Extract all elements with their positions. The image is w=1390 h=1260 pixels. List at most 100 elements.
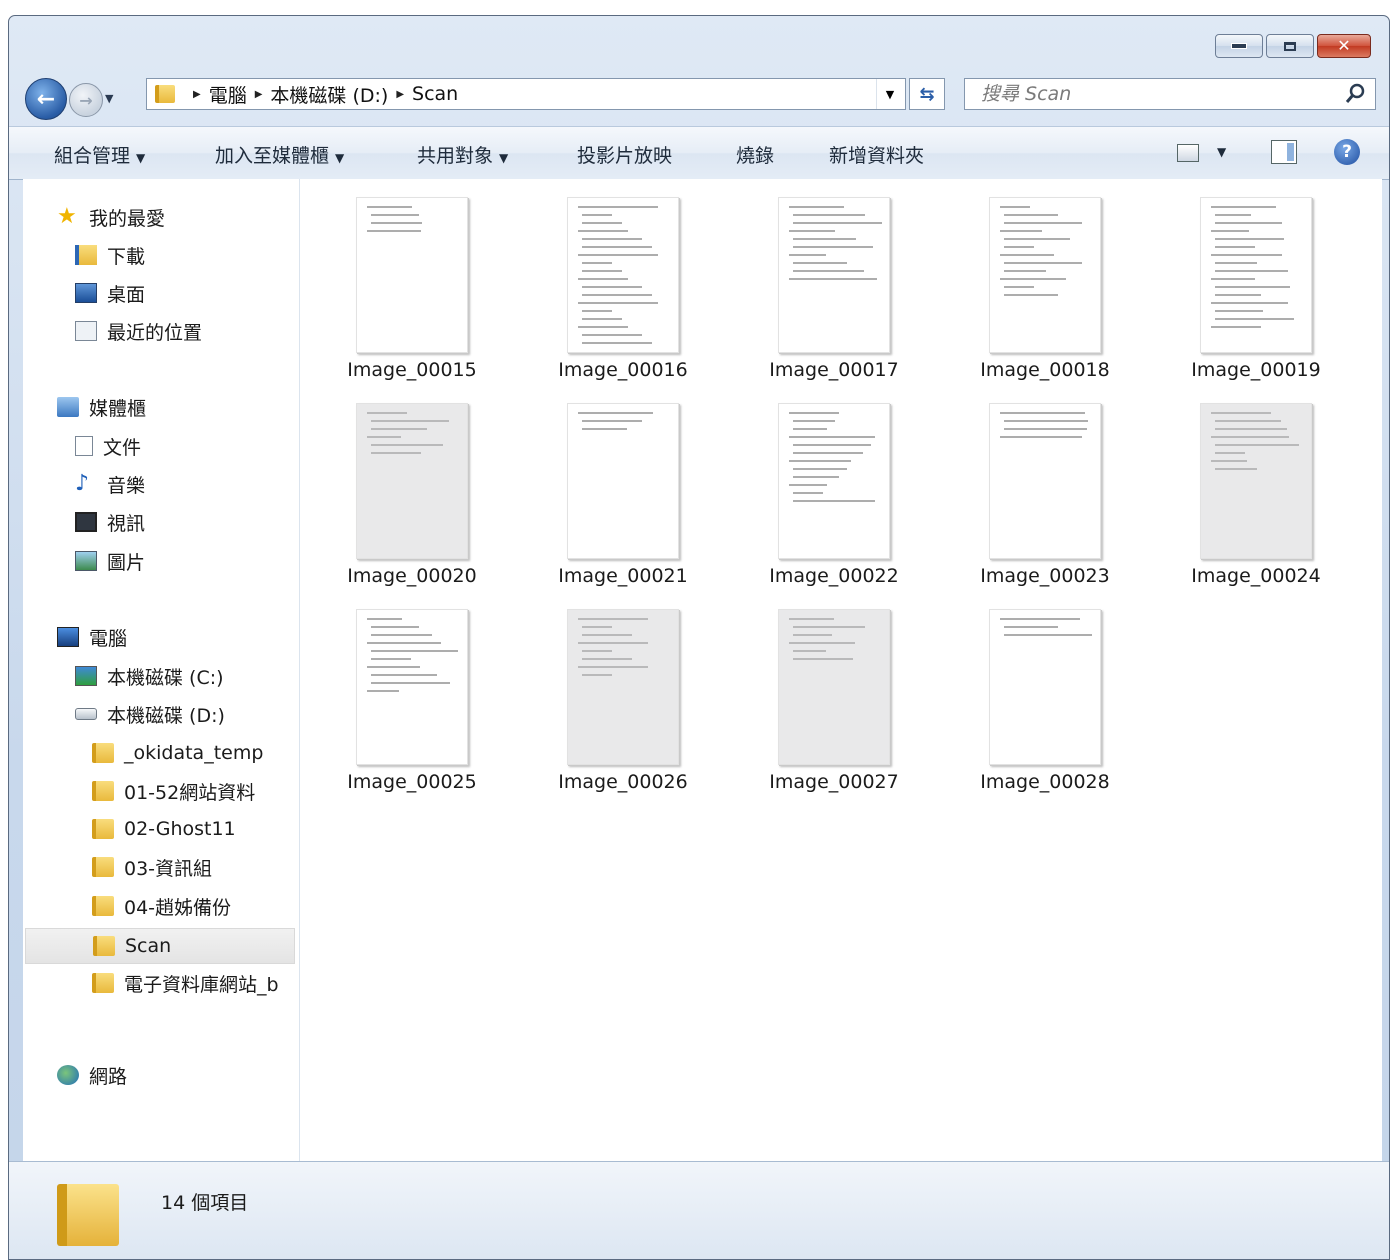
minimize-button[interactable] [1215,34,1263,58]
thumbnail-text-line [789,254,826,256]
back-button[interactable]: ← [25,78,67,120]
search-input[interactable] [979,82,1343,106]
thumbnail-text-line [1211,302,1288,304]
file-item[interactable]: Image_00018 [939,197,1139,397]
file-item[interactable]: Image_00016 [517,197,717,397]
close-button[interactable]: ✕ [1317,34,1371,58]
organize-menu[interactable]: 組合管理 ▼ [54,141,145,168]
file-item[interactable]: Image_00021 [517,403,717,603]
address-bar[interactable]: ▶ 電腦 ▶ 本機磁碟 (D:) ▶ Scan ▼ [146,78,906,110]
file-item[interactable]: Image_00017 [728,197,928,397]
nav-drive-c[interactable]: 本機磁碟 (C:) [75,661,224,691]
thumbnail-text-line [789,230,835,232]
command-bar: 組合管理 ▼ 加入至媒體櫃 ▼ 共用對象 ▼ 投影片放映 燒錄 新增資料夾 ▼ ? [9,126,1389,180]
nav-favorites[interactable]: ★ 我的最愛 [57,202,165,232]
thumbnail-text-line [793,428,827,430]
chevron-right-icon[interactable]: ▶ [255,89,263,100]
file-name: Image_00021 [558,565,688,587]
share-with-menu[interactable]: 共用對象 ▼ [417,141,508,168]
chevron-right-icon[interactable]: ▶ [396,89,404,100]
nav-folder-01[interactable]: 01-52網站資料 [92,776,255,806]
image-thumbnail [989,609,1101,765]
thumbnail-text-line [1004,428,1087,430]
nav-recent-places[interactable]: 最近的位置 [75,316,202,346]
nav-downloads[interactable]: 下載 [75,240,145,270]
folder-icon [92,973,114,993]
thumbnail-text-line [1211,230,1249,232]
thumbnail-text-line [582,238,642,240]
system-drive-icon [75,666,97,686]
nav-computer[interactable]: 電腦 [57,622,127,652]
maximize-button[interactable] [1266,34,1314,58]
nav-network[interactable]: 網路 [57,1060,127,1090]
refresh-button[interactable]: ⇆ [909,78,945,110]
thumbnail-text-line [1004,246,1034,248]
search-box[interactable] [964,78,1376,110]
preview-pane-icon[interactable] [1271,140,1297,164]
breadcrumb-computer[interactable]: 電腦 [209,81,247,108]
thumbnail-text-line [371,420,449,422]
thumbnail-text-line [793,270,864,272]
nav-documents[interactable]: 文件 [75,431,141,461]
nav-music[interactable]: ♪ 音樂 [75,469,145,499]
desktop-icon [75,283,97,303]
thumbnail-text-line [1004,270,1046,272]
image-thumbnail [356,609,468,765]
nav-folder-okidata-temp[interactable]: _okidata_temp [92,738,263,768]
document-icon [75,436,93,456]
help-icon[interactable]: ? [1334,139,1360,165]
nav-libraries[interactable]: 媒體櫃 [57,392,146,422]
breadcrumb-drive-d[interactable]: 本機磁碟 (D:) [270,81,388,108]
file-item[interactable]: Image_00022 [728,403,928,603]
file-item[interactable]: Image_00024 [1150,403,1350,603]
slideshow-button[interactable]: 投影片放映 [577,141,672,168]
thumbnail-text-line [1215,238,1284,240]
thumbnail-text-line [578,206,658,208]
thumbnail-text-line [1215,452,1245,454]
nav-folder-database-site[interactable]: 電子資料庫網站_b [92,968,297,998]
recent-pages-dropdown[interactable]: ▼ [105,92,113,105]
nav-videos[interactable]: 視訊 [75,507,145,537]
thumbnail-text-line [371,674,437,676]
add-to-library-menu[interactable]: 加入至媒體櫃 ▼ [215,141,344,168]
recent-places-icon [75,321,97,341]
image-thumbnail [989,197,1101,353]
thumbnail-text-line [1215,214,1251,216]
nav-desktop[interactable]: 桌面 [75,278,145,308]
chevron-right-icon[interactable]: ▶ [193,89,201,100]
new-folder-button[interactable]: 新增資料夾 [829,141,924,168]
breadcrumb-scan[interactable]: Scan [412,83,458,105]
file-item[interactable]: Image_00025 [306,609,506,809]
navigation-pane: ★我的最愛 下載 桌面 最近的位置 媒體櫃 文件 ♪音樂 視訊 圖片 電腦 [23,179,300,1161]
file-item[interactable]: Image_00015 [306,197,506,397]
view-options-dropdown[interactable]: ▼ [1217,145,1226,159]
file-item[interactable]: Image_00023 [939,403,1139,603]
image-thumbnail [356,197,468,353]
nav-pictures[interactable]: 圖片 [75,546,145,576]
thumbnail-text-line [582,674,612,676]
search-icon[interactable] [1343,81,1369,107]
thumbnail-text-line [1004,634,1092,636]
thumbnail-text-line [1000,230,1042,232]
nav-folder-02[interactable]: 02-Ghost11 [92,814,236,844]
file-item[interactable]: Image_00027 [728,609,928,809]
thumbnail-text-line [793,634,832,636]
nav-drive-d[interactable]: 本機磁碟 (D:) [75,699,225,729]
file-name: Image_00026 [558,771,688,793]
refresh-icon: ⇆ [919,83,935,105]
thumbnail-text-line [793,476,839,478]
file-item[interactable]: Image_00028 [939,609,1139,809]
file-item[interactable]: Image_00026 [517,609,717,809]
nav-folder-scan[interactable]: Scan [25,928,295,964]
nav-folder-03[interactable]: 03-資訊組 [92,852,212,882]
file-item[interactable]: Image_00020 [306,403,506,603]
file-item[interactable]: Image_00019 [1150,197,1350,397]
nav-folder-04[interactable]: 04-趙姊備份 [92,891,231,921]
thumbnail-text-line [371,444,443,446]
thumbnail-text-line [367,666,420,668]
address-history-dropdown[interactable]: ▼ [876,79,903,109]
burn-button[interactable]: 燒錄 [736,141,774,168]
change-view-icon[interactable] [1177,144,1199,162]
forward-button[interactable]: → [69,83,103,117]
thumbnail-text-line [1215,222,1282,224]
